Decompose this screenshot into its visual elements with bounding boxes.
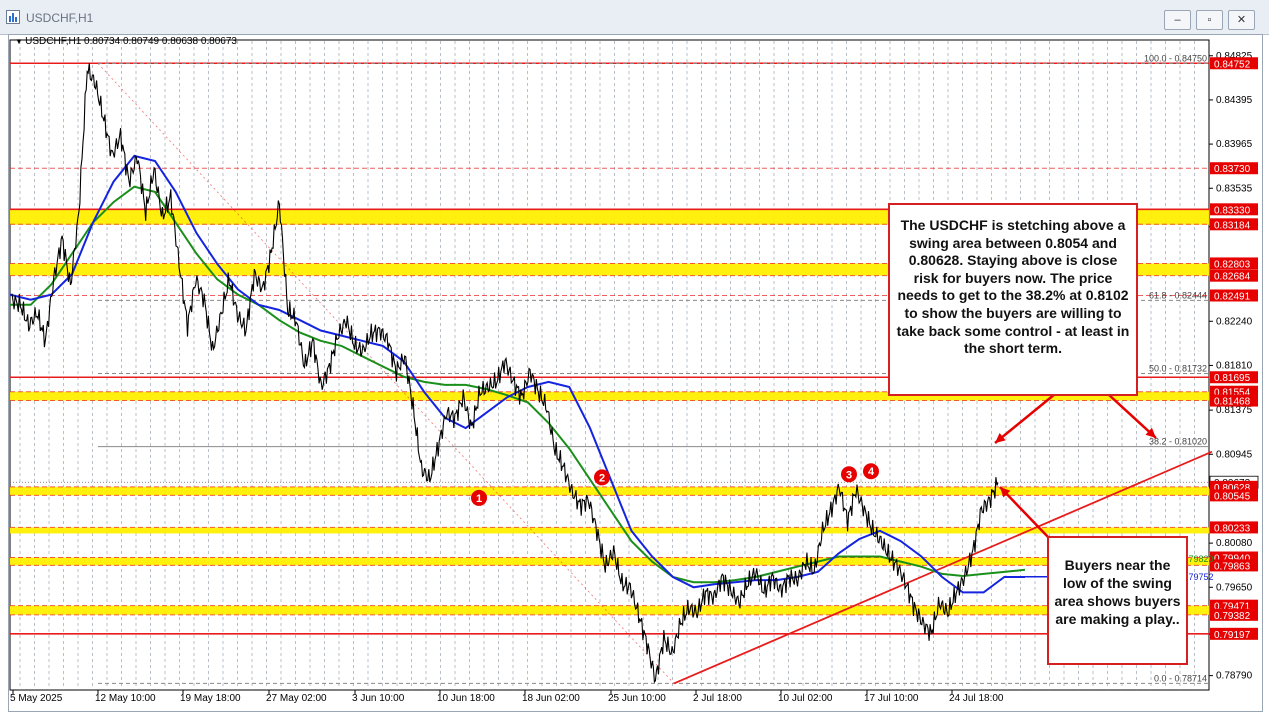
support-resistance-zone <box>10 486 1209 496</box>
analysis-note-buyers-text: Buyers near the low of the swing area sh… <box>1054 557 1181 627</box>
price-tag-label: 0.83184 <box>1214 220 1251 231</box>
x-axis-label: 2 Jul 18:00 <box>693 693 742 704</box>
price-tag-label: 0.80233 <box>1214 523 1251 534</box>
price-tag-label: 0.81695 <box>1214 373 1251 384</box>
symbol-ohlc-header: ▼ USDCHF,H1 0.80734 0.80749 0.80638 0.80… <box>15 36 237 47</box>
x-axis-label: 10 Jul 02:00 <box>778 693 833 704</box>
x-axis-label: 5 May 2025 <box>10 693 63 704</box>
y-axis-tick-label: 0.79650 <box>1216 582 1253 593</box>
price-tag-label: 0.79382 <box>1214 611 1251 622</box>
swing-marker-label: 1 <box>476 493 482 505</box>
y-axis-tick-label: 0.83965 <box>1216 139 1253 150</box>
swing-marker-label: 3 <box>846 469 852 481</box>
swing-marker-label: 4 <box>868 466 875 478</box>
y-axis-tick-label: 0.80945 <box>1216 449 1253 460</box>
y-axis-tick-label: 0.84395 <box>1216 95 1253 106</box>
x-axis-label: 3 Jun 10:00 <box>352 693 405 704</box>
price-tag-label: 0.84752 <box>1214 59 1251 70</box>
y-axis-tick-label: 0.78790 <box>1216 671 1253 682</box>
arrow-to-current-price <box>994 393 1056 444</box>
x-axis-label: 24 Jul 18:00 <box>949 693 1004 704</box>
y-axis-tick-label: 0.80080 <box>1216 538 1253 549</box>
collapse-arrow-icon[interactable]: ▼ <box>15 37 25 46</box>
y-axis-tick-label: 0.82240 <box>1216 316 1253 327</box>
x-axis-label: 17 Jul 10:00 <box>864 693 919 704</box>
analysis-note-main-text: The USDCHF is stetching above a swing ar… <box>896 217 1130 357</box>
swing-marker-label: 2 <box>599 472 605 484</box>
x-axis-label: 12 May 10:00 <box>95 693 156 704</box>
y-axis-tick-label: 0.83535 <box>1216 183 1253 194</box>
price-tag-label: 0.81468 <box>1214 397 1251 408</box>
price-series <box>11 62 999 684</box>
fibonacci-label: 50.0 - 0.81732 <box>1149 363 1207 373</box>
x-axis-label: 18 Jun 02:00 <box>522 693 580 704</box>
price-tag-label: 0.79863 <box>1214 561 1251 572</box>
ohlc-text: USDCHF,H1 0.80734 0.80749 0.80638 0.8067… <box>25 36 237 47</box>
price-tag-label: 0.82491 <box>1214 291 1251 302</box>
price-tag-label: 0.82803 <box>1214 259 1251 270</box>
y-axis-tick-label: 0.81810 <box>1216 360 1253 371</box>
price-tag-label: 0.82684 <box>1214 272 1251 283</box>
price-tag-label: 0.80545 <box>1214 491 1251 502</box>
analysis-note-buyers: Buyers near the low of the swing area sh… <box>1047 536 1188 665</box>
x-axis-label: 19 May 18:00 <box>180 693 241 704</box>
analysis-note-main: The USDCHF is stetching above a swing ar… <box>888 203 1138 396</box>
price-tag-label: 0.79197 <box>1214 630 1251 641</box>
fibonacci-label: 0.0 - 0.78714 <box>1154 673 1207 683</box>
fibonacci-label: 100.0 - 0.84750 <box>1144 53 1207 63</box>
x-axis-label: 10 Jun 18:00 <box>437 693 495 704</box>
price-tag-label: 0.83730 <box>1214 164 1251 175</box>
x-axis-label: 27 May 02:00 <box>266 693 327 704</box>
x-axis-label: 25 Jun 10:00 <box>608 693 666 704</box>
fibonacci-label: 38.2 - 0.81020 <box>1149 437 1207 447</box>
price-tag-label: 0.83330 <box>1214 205 1251 216</box>
fibonacci-label: 61.8 - 0.82444 <box>1149 290 1207 300</box>
